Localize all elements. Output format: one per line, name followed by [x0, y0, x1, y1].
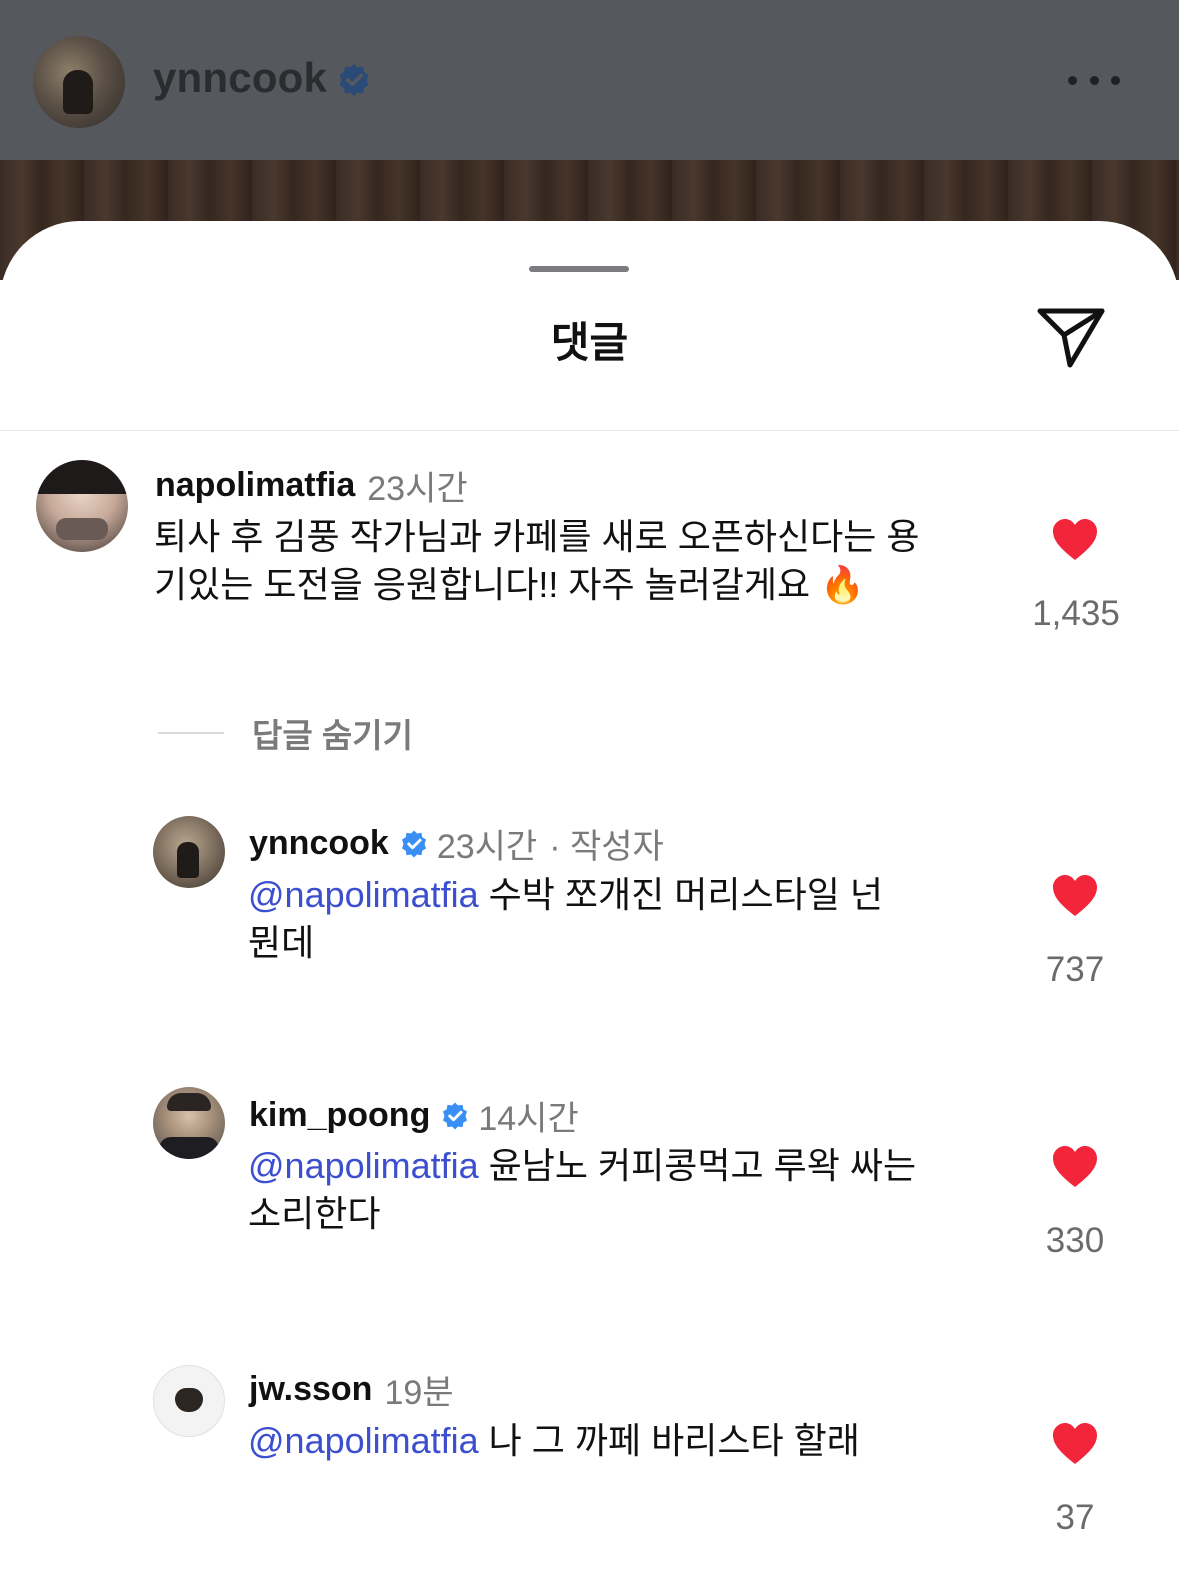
- verified-badge-icon: [339, 63, 369, 97]
- more-dots-icon: [1111, 75, 1120, 85]
- screen: ynncook 댓글 napolimatfia 23시간 퇴사 후 김풍 작가님…: [0, 0, 1179, 1596]
- avatar-suit: [159, 1137, 219, 1159]
- post-author-username[interactable]: ynncook: [153, 54, 327, 102]
- comment-header: napolimatfia 23시간: [155, 461, 468, 510]
- reply-username[interactable]: ynncook: [249, 824, 389, 863]
- author-label: · 작성자: [549, 828, 664, 866]
- reply-text-line: @napolimatfia 나 그 까페 바리스타 할래: [248, 1417, 1008, 1465]
- replies-divider-line: [158, 732, 224, 734]
- sheet-title: 댓글: [550, 319, 629, 366]
- reply-header: jw.sson 19분: [249, 1365, 454, 1414]
- comment-text-line: 퇴사 후 김풍 작가님과 카페를 새로 오픈하신다는 용: [154, 516, 920, 557]
- like-count: 737: [1045, 950, 1105, 989]
- fire-emoji: 🔥: [820, 564, 866, 605]
- commenter-avatar[interactable]: [36, 460, 128, 552]
- reply-avatar[interactable]: [153, 1365, 225, 1437]
- reply-text-line: @napolimatfia 수박 쪼개진 머리스타일 넌: [248, 871, 1008, 919]
- post-header: ynncook: [0, 0, 1179, 160]
- avatar-hair: [36, 460, 128, 494]
- more-dots-icon: [1089, 75, 1099, 85]
- more-dots-icon: [1068, 75, 1077, 85]
- reply-text-line: @napolimatfia 윤남노 커피콩먹고 루왁 싸는: [248, 1142, 1028, 1190]
- mention-link[interactable]: @napolimatfia: [248, 1145, 479, 1186]
- reply-text-body: 나 그 까페 바리스타 할래: [478, 1420, 860, 1461]
- reply-text-line: 소리한다: [248, 1193, 381, 1234]
- verified-badge-icon: [443, 1102, 468, 1129]
- reply-username[interactable]: kim_poong: [249, 1096, 430, 1135]
- reply-time: 19분: [384, 1374, 454, 1412]
- comments-sheet: 댓글 napolimatfia 23시간 퇴사 후 김풍 작가님과 카페를 새로…: [0, 221, 1179, 1596]
- avatar-hands: [56, 518, 108, 540]
- reply-time: 23시간: [436, 828, 538, 866]
- reply-time: 14시간: [478, 1100, 579, 1138]
- reply-text-body: 수박 쪼개진 머리스타일 넌: [478, 874, 883, 915]
- verified-badge-icon: [401, 830, 426, 857]
- avatar-figure: [63, 70, 93, 114]
- reply-header: kim_poong 14시간: [249, 1091, 579, 1140]
- comment-time: 23시간: [367, 470, 468, 508]
- heart-icon[interactable]: [1051, 1422, 1099, 1466]
- reply-avatar[interactable]: [153, 1087, 225, 1159]
- post-author-avatar[interactable]: [33, 36, 125, 128]
- avatar-hair: [167, 1093, 211, 1111]
- heart-icon[interactable]: [1051, 874, 1099, 918]
- comment-text-line-2: 기있는 도전을 응원합니다!! 자주 놀러갈게요: [154, 564, 811, 605]
- comment-text: 퇴사 후 김풍 작가님과 카페를 새로 오픈하신다는 용 기있는 도전을 응원합…: [154, 513, 1014, 609]
- paper-plane-icon[interactable]: [1036, 305, 1106, 369]
- reply-text: @napolimatfia 나 그 까페 바리스타 할래: [248, 1417, 1008, 1465]
- sheet-grabber[interactable]: [529, 266, 629, 272]
- mention-link[interactable]: @napolimatfia: [248, 874, 479, 915]
- more-options-button[interactable]: [1068, 64, 1120, 96]
- hide-replies-button[interactable]: 답글 숨기기: [158, 709, 413, 757]
- comment-username[interactable]: napolimatfia: [155, 466, 355, 505]
- avatar-figure: [177, 842, 199, 878]
- reply-username[interactable]: jw.sson: [249, 1370, 372, 1409]
- comment-text-line: 기있는 도전을 응원합니다!! 자주 놀러갈게요 🔥: [154, 561, 1014, 609]
- reply-text-body: 윤남노 커피콩먹고 루왁 싸는: [478, 1145, 917, 1186]
- reply-text: @napolimatfia 수박 쪼개진 머리스타일 넌 뭔데: [248, 871, 1008, 967]
- like-count: 1,435: [1032, 594, 1120, 633]
- reply-header: ynncook 23시간 · 작성자: [249, 819, 664, 868]
- sheet-divider: [0, 430, 1179, 431]
- heart-icon[interactable]: [1051, 518, 1099, 562]
- hide-replies-label: 답글 숨기기: [252, 717, 413, 754]
- like-count: 37: [1055, 1498, 1095, 1537]
- mention-link[interactable]: @napolimatfia: [248, 1420, 479, 1461]
- reply-text: @napolimatfia 윤남노 커피콩먹고 루왁 싸는 소리한다: [248, 1142, 1028, 1238]
- heart-icon[interactable]: [1051, 1145, 1099, 1189]
- reply-text-line: 뭔데: [248, 922, 315, 963]
- reply-avatar[interactable]: [153, 816, 225, 888]
- avatar-heart-shape: [175, 1388, 203, 1412]
- like-count: 330: [1045, 1221, 1105, 1260]
